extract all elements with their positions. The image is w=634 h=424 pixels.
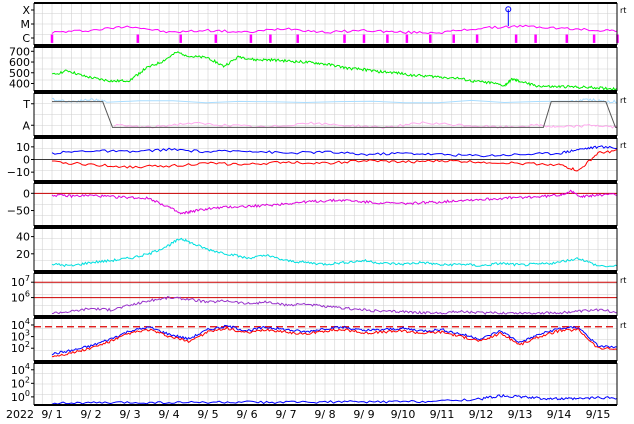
- y-tick-label: C: [22, 32, 30, 45]
- y-tick-label: 400: [9, 77, 30, 90]
- x-tick-label: 9/14: [547, 408, 572, 421]
- y-tick-label: 102: [11, 340, 30, 355]
- panel-side-label: rt: [620, 276, 626, 285]
- panel-side-label: rt: [620, 321, 626, 330]
- x-tick-label: 9/ 8: [314, 408, 335, 421]
- y-tick-label: M: [21, 18, 31, 31]
- x-tick-label: 9/ 6: [236, 408, 257, 421]
- x-tick-label: 9/10: [391, 408, 416, 421]
- x-tick-label: 9/ 3: [119, 408, 140, 421]
- x-tick-label: 9/ 5: [197, 408, 218, 421]
- panel-side-label: rt: [620, 96, 626, 105]
- panel-xmc: rt: [31, 2, 626, 46]
- panel-flux: [31, 362, 618, 406]
- y-tick-label: 20: [16, 248, 30, 261]
- x-tick-label: 9/13: [508, 408, 533, 421]
- y-tick-label: A: [22, 119, 30, 132]
- y-tick-label: 10: [16, 141, 30, 154]
- y-tick-label: −10: [7, 166, 30, 179]
- x-tick-label: 9/11: [430, 408, 455, 421]
- x-tick-label: 9/ 7: [275, 408, 296, 421]
- y-tick-label: 0: [23, 154, 30, 167]
- panel-proton: rt: [31, 272, 626, 317]
- panel-electron: rt: [31, 317, 626, 362]
- y-tick-label: 106: [11, 290, 30, 305]
- y-tick-label: 100: [11, 389, 30, 404]
- panel-dst: [31, 182, 618, 227]
- panel-side-label: rt: [620, 6, 626, 15]
- y-tick-label: X: [22, 4, 30, 17]
- panel-ta: rt: [31, 92, 626, 137]
- y-tick-label: −50: [7, 205, 30, 218]
- panel-bfield: rt: [31, 137, 626, 182]
- x-axis-year: 2022: [6, 408, 34, 421]
- x-tick-label: 9/ 9: [353, 408, 374, 421]
- x-tick-label: 9/ 4: [158, 408, 179, 421]
- x-tick-label: 9/12: [469, 408, 494, 421]
- y-tick-label: 107: [11, 274, 30, 289]
- space-weather-chart: rtXMC700600500400rtTArt100−100−504020rt1…: [6, 2, 626, 421]
- panel-side-label: rt: [620, 141, 626, 150]
- y-tick-label: 0: [23, 187, 30, 200]
- x-tick-label: 9/15: [586, 408, 611, 421]
- x-tick-label: 9/ 2: [80, 408, 101, 421]
- panel-wind_speed: [31, 46, 618, 92]
- y-tick-label: 40: [16, 231, 30, 244]
- x-tick-label: 9/ 1: [41, 408, 62, 421]
- y-tick-label: T: [22, 98, 30, 111]
- panel-kp: [31, 227, 618, 272]
